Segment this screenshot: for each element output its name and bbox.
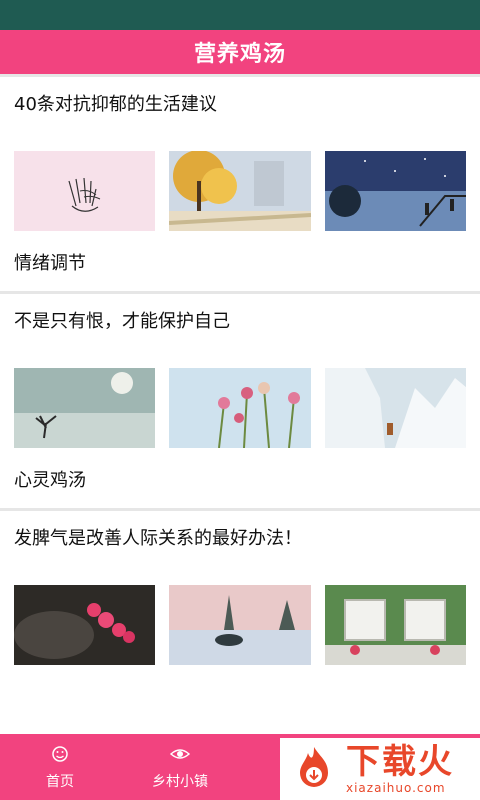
thumbnail-flowers[interactable] [169, 368, 311, 448]
thumbnail-row [14, 151, 466, 231]
section-title[interactable]: 情绪调节 [0, 231, 480, 291]
thumbnail-winter-lake[interactable] [169, 585, 311, 665]
header-bar: 营养鸡汤 [0, 30, 480, 74]
nav-home[interactable]: 首页 [0, 734, 120, 800]
smile-icon [52, 746, 68, 762]
thumbnail-autumn-street[interactable] [169, 151, 311, 231]
watermark-text: 下载火 [346, 742, 454, 782]
article-card[interactable]: 发脾气是改善人际关系的最好办法！ [0, 511, 480, 665]
watermark: 下载火 xiazaihuo.com [280, 738, 480, 800]
page-title: 营养鸡汤 [193, 42, 286, 67]
thumbnail-hands[interactable] [14, 151, 156, 231]
thumbnail-pink-blossom[interactable] [14, 585, 156, 665]
eye-icon [169, 749, 191, 759]
article-card[interactable]: 40条对抗抑郁的生活建议 [0, 77, 480, 231]
watermark-url: xiazaihuo.com [346, 781, 446, 795]
nav-village[interactable]: 乡村小镇 [120, 734, 240, 800]
section-title[interactable]: 心灵鸡汤 [0, 448, 480, 508]
nav-village-label: 乡村小镇 [152, 774, 208, 790]
article-card[interactable]: 不是只有恨，才能保护自己 [0, 294, 480, 448]
status-bar [0, 0, 480, 30]
nav-home-label: 首页 [46, 774, 74, 790]
article-feed[interactable]: 40条对抗抑郁的生活建议 情绪调节 不是只有恨，才能保护自己 心灵鸡汤 发脾气是… [0, 74, 480, 734]
thumbnail-row [14, 585, 466, 665]
article-title[interactable]: 发脾气是改善人际关系的最好办法！ [14, 511, 466, 573]
thumbnail-moon-tree[interactable] [14, 368, 156, 448]
thumbnail-window-flowers[interactable] [324, 585, 466, 665]
article-title[interactable]: 不是只有恨，才能保护自己 [14, 294, 466, 356]
thumbnail-ice-cliffs[interactable] [324, 368, 466, 448]
flame-logo-icon [300, 747, 328, 787]
article-title[interactable]: 40条对抗抑郁的生活建议 [14, 77, 466, 139]
thumbnail-starry-sky[interactable] [324, 151, 466, 231]
thumbnail-row [14, 368, 466, 448]
